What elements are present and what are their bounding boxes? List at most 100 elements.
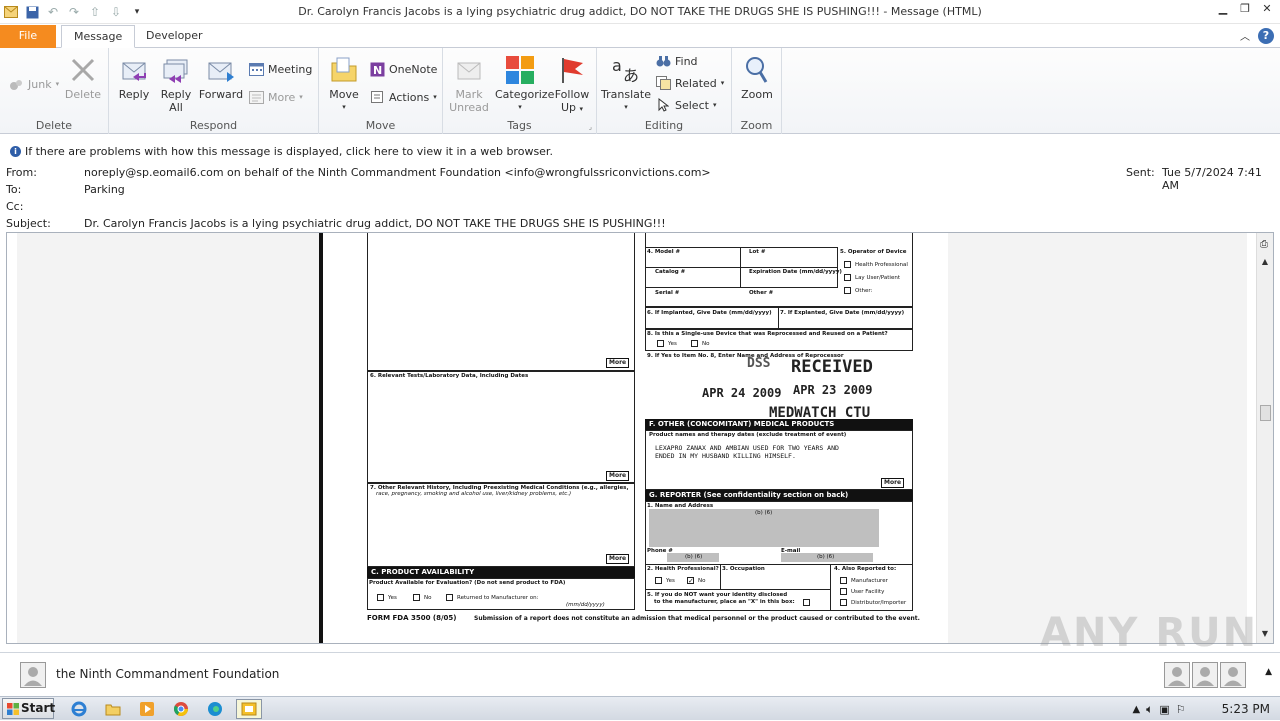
stamp-dss: DSS xyxy=(747,356,771,371)
distributor-label: Distributor/Importer xyxy=(851,600,907,606)
zoom-magnifier-icon xyxy=(741,54,773,86)
find-button[interactable]: Find xyxy=(655,51,698,71)
svg-text:あ: あ xyxy=(623,66,639,85)
network-icon[interactable]: ▣ xyxy=(1159,703,1169,716)
contact-avatar-icon[interactable] xyxy=(1164,662,1190,688)
reply-all-button[interactable]: Reply All xyxy=(151,52,201,114)
message-body[interactable]: More 6. Relevant Tests/Laboratory Data, … xyxy=(6,232,1274,644)
model-label: 4. Model # xyxy=(647,249,681,255)
help-icon[interactable]: ? xyxy=(1258,28,1274,44)
move-button[interactable]: Move ▾ xyxy=(319,52,369,114)
internet-explorer-icon[interactable] xyxy=(68,699,90,719)
onenote-icon: N xyxy=(369,61,385,77)
redacted-label: (b) (6) xyxy=(685,554,703,560)
meeting-button[interactable]: Meeting xyxy=(248,59,312,79)
lay-user-label: Lay User/Patient xyxy=(855,275,900,281)
checkbox xyxy=(377,594,384,601)
zoom-button[interactable]: Zoom xyxy=(732,52,782,101)
to-value[interactable]: Parking xyxy=(84,183,125,196)
categorize-button[interactable]: Categorize ▾ xyxy=(495,52,554,114)
junk-button[interactable]: Junk ▾ xyxy=(8,74,59,94)
scrollbar-thumb[interactable] xyxy=(1260,405,1271,421)
outlook-taskbar-icon[interactable] xyxy=(236,699,262,719)
media-player-icon[interactable] xyxy=(136,699,158,719)
expiration-label: Expiration Date (mm/dd/yyyy) xyxy=(749,269,842,275)
tab-message[interactable]: Message xyxy=(61,25,136,48)
taskbar: Start ▲ 🔈︎ ▣ ⚐ 5:23 PM xyxy=(0,696,1280,720)
scroll-up-icon[interactable]: ▲ xyxy=(1260,257,1270,267)
group-label-delete: Delete xyxy=(35,119,73,132)
reply-icon xyxy=(118,54,150,86)
file-explorer-icon[interactable] xyxy=(102,699,124,719)
also-reported-label: 4. Also Reported to: xyxy=(834,566,897,572)
scroll-down-icon[interactable]: ▼ xyxy=(1260,629,1270,639)
info-bar[interactable]: i If there are problems with how this me… xyxy=(0,144,1280,160)
related-icon xyxy=(655,75,671,91)
no-label: No xyxy=(702,341,710,347)
select-button[interactable]: Select ▾ xyxy=(655,95,716,115)
follow-up-button[interactable]: Follow Up ▾ xyxy=(547,52,597,116)
tab-file[interactable]: File xyxy=(0,25,56,48)
actions-button[interactable]: Actions ▾ xyxy=(369,87,437,107)
chrome-icon[interactable] xyxy=(170,699,192,719)
start-button[interactable]: Start xyxy=(2,698,55,719)
forward-button[interactable]: Forward xyxy=(196,52,246,101)
minimize-icon[interactable]: ▁ xyxy=(1216,2,1230,16)
manufacturer-label: Manufacturer xyxy=(851,578,888,584)
group-label-editing: Editing xyxy=(644,119,684,132)
expand-people-pane-icon[interactable]: ▲ xyxy=(1265,667,1272,677)
checkbox-checked: ✓ xyxy=(687,577,694,585)
window-controls: ▁ ❐ ✕ xyxy=(1216,2,1274,16)
onenote-button[interactable]: N OneNote xyxy=(369,59,437,79)
action-center-flag-icon[interactable]: ⚐ xyxy=(1176,703,1186,716)
product-availability-bar: C. PRODUCT AVAILABILITY xyxy=(367,567,635,578)
show-hidden-icons-icon[interactable]: ▲ xyxy=(1132,704,1140,715)
date-format-label: (mm/dd/yyyy) xyxy=(566,602,605,608)
close-icon[interactable]: ✕ xyxy=(1260,2,1274,16)
reading-pane-icon[interactable]: ⎙ xyxy=(1260,239,1268,250)
tags-dialog-launcher-icon[interactable]: ⌟ xyxy=(589,123,592,131)
checkbox xyxy=(844,261,851,268)
vertical-scrollbar[interactable]: ⎙ ▲ ▼ xyxy=(1256,233,1273,643)
delete-button[interactable]: Delete xyxy=(58,52,108,101)
checkbox xyxy=(691,340,698,347)
svg-text:a: a xyxy=(612,56,622,75)
user-facility-label: User Facility xyxy=(851,589,885,595)
restore-icon[interactable]: ❐ xyxy=(1238,2,1252,16)
sender-avatar-icon[interactable] xyxy=(20,662,46,688)
system-tray: ▲ 🔈︎ ▣ ⚐ 5:23 PM xyxy=(1132,697,1280,721)
checkbox xyxy=(840,599,847,606)
related-button[interactable]: Related ▾ xyxy=(655,73,724,93)
from-value[interactable]: noreply@sp.eomail6.com on behalf of the … xyxy=(84,166,711,179)
checkbox xyxy=(446,594,453,601)
more-respond-button[interactable]: More ▾ xyxy=(248,87,303,107)
concomitant-bar: F. OTHER (CONCOMITANT) MEDICAL PRODUCTS xyxy=(645,419,913,430)
translate-icon: aあ xyxy=(610,54,642,86)
more-respond-icon xyxy=(248,89,264,105)
reply-all-icon xyxy=(160,54,192,86)
people-pane: the Ninth Commandment Foundation ▲ xyxy=(0,652,1280,696)
mark-unread-button[interactable]: Mark Unread xyxy=(444,52,494,114)
product-names-label: Product names and therapy dates (exclude… xyxy=(649,432,847,438)
speaker-icon[interactable]: 🔈︎ xyxy=(1146,702,1153,717)
info-icon: i xyxy=(10,146,21,157)
checkbox xyxy=(844,274,851,281)
more-button: More xyxy=(606,554,630,564)
mark-unread-icon xyxy=(453,54,485,86)
ribbon-tab-controls: ︿ ? xyxy=(1240,28,1274,44)
sender-name[interactable]: the Ninth Commandment Foundation xyxy=(56,667,279,681)
form-number: FORM FDA 3500 (8/05) xyxy=(367,614,457,622)
typed-line-2: ENDED IN MY HUSBAND KILLING HIMSELF. xyxy=(655,452,796,460)
edge-icon[interactable] xyxy=(204,699,226,719)
minimize-ribbon-icon[interactable]: ︿ xyxy=(1240,28,1250,44)
translate-button[interactable]: aあ Translate ▾ xyxy=(601,52,651,114)
checkbox xyxy=(803,599,810,606)
taskbar-clock[interactable]: 5:23 PM xyxy=(1222,702,1270,716)
occupation-label: 3. Occupation xyxy=(722,566,765,572)
windows-logo-icon xyxy=(7,703,19,715)
contact-avatar-icon[interactable] xyxy=(1192,662,1218,688)
yes-label: Yes xyxy=(388,595,397,601)
contact-avatar-icon[interactable] xyxy=(1220,662,1246,688)
other-history-label-2: race, pregnancy, smoking and alcohol use… xyxy=(376,491,572,497)
tab-developer[interactable]: Developer xyxy=(134,25,215,48)
